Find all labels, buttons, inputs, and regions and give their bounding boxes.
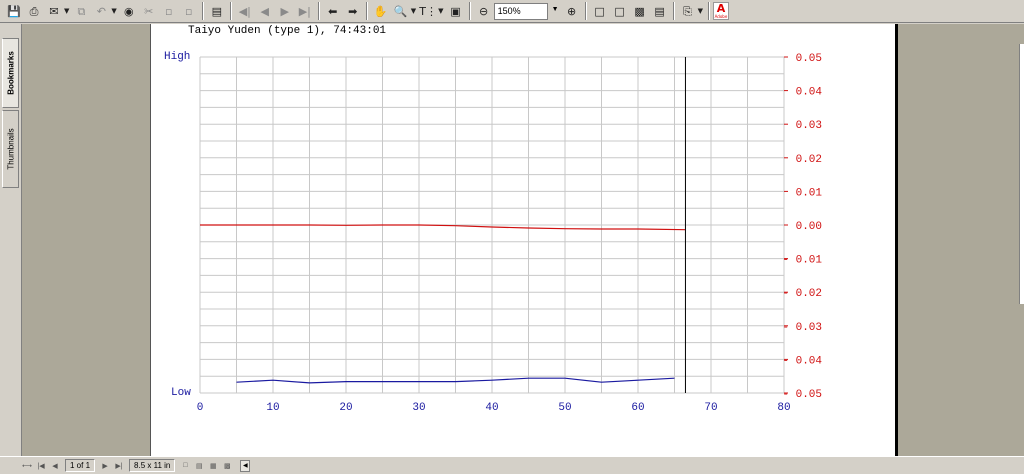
zoom-tool-dropdown-icon[interactable]: ▼: [411, 7, 416, 15]
snapshot-icon[interactable]: ▣: [447, 2, 465, 20]
y-right-tick-label: 0.01: [796, 187, 823, 199]
zoom-out-icon[interactable]: ⊖: [475, 2, 493, 20]
print-icon[interactable]: ⎙: [25, 2, 43, 20]
toolbar-separator: [229, 2, 232, 20]
email-icon[interactable]: ✉: [45, 2, 63, 20]
status-bar: ⟷ |◀ ◀ 1 of 1 ▶ ▶| 8.5 x 11 in □ ▤ ▦ ▩ ◀: [0, 456, 1024, 474]
toolbar-separator: [468, 2, 471, 20]
toolbar-separator: [201, 2, 204, 20]
error-rate-chart: 0 10 20 30 40 50 60 70 80 0.05 0.04 0.03 0.02 0.01 0.0…: [197, 53, 823, 414]
next-page-icon[interactable]: ▶: [99, 460, 111, 472]
tab-thumbnails[interactable]: Thumbnails: [2, 110, 19, 188]
toolbar-separator: [584, 2, 587, 20]
previous-page-icon[interactable]: ◀: [256, 2, 274, 20]
x-tick-label: 20: [339, 402, 352, 414]
adobe-logo-icon[interactable]: A Adobe: [712, 1, 729, 20]
y-right-tick-label: - 0.02: [782, 288, 822, 300]
search-icon[interactable]: ◉: [120, 2, 138, 20]
actual-size-icon[interactable]: □: [591, 2, 609, 20]
x-tick-label: 40: [485, 402, 498, 414]
y-right-tick-label: 0.02: [796, 154, 822, 166]
adobe-logo-text: Adobe: [714, 13, 728, 19]
reflow-icon[interactable]: ▤: [651, 2, 669, 20]
hand-tool-icon[interactable]: ✋: [372, 2, 390, 20]
previous-view-icon[interactable]: ⬅: [324, 2, 342, 20]
email-dropdown-icon[interactable]: ▼: [64, 7, 69, 15]
text-select-dropdown-icon[interactable]: ▼: [438, 7, 443, 15]
zoom-level-value: 150%: [497, 5, 521, 16]
facing-icon[interactable]: ▩: [221, 460, 233, 472]
adobe-logo-glyph: A: [716, 1, 726, 15]
toolbar-separator: [365, 2, 368, 20]
page-size-indicator: 8.5 x 11 in: [129, 459, 176, 472]
x-tick-label: 50: [558, 402, 571, 414]
y-right-tick-label: 0.03: [796, 120, 822, 132]
pdf-page: Taiyo Yuden (type 1), 74:43:01 High Low …: [150, 24, 895, 456]
save-icon[interactable]: 💾: [5, 2, 23, 20]
undo-dropdown-icon[interactable]: ▼: [111, 7, 116, 15]
next-view-icon[interactable]: ➡: [344, 2, 362, 20]
document-area[interactable]: Taiyo Yuden (type 1), 74:43:01 High Low …: [22, 24, 1024, 456]
x-tick-label: 10: [266, 402, 279, 414]
zoom-tool-icon[interactable]: 🔍: [392, 2, 410, 20]
right-pane-edge: [1019, 44, 1024, 304]
continuous-icon[interactable]: ▤: [193, 460, 205, 472]
horizontal-scroll-left-icon[interactable]: ◀: [240, 459, 251, 472]
insert-pages-icon[interactable]: ▫: [160, 2, 178, 20]
first-page-icon[interactable]: ◀|: [236, 2, 254, 20]
single-page-icon[interactable]: □: [179, 460, 191, 472]
toolbar-separator: [317, 2, 320, 20]
last-page-icon[interactable]: ▶|: [113, 460, 125, 472]
previous-page-icon[interactable]: ◀: [49, 460, 61, 472]
main-toolbar: 💾 ⎙ ✉ ▼ ⧉ ↶ ▼ ◉ ✂ ▫ ▫ ▤ ◀| ◀ ▶ ▶| ⬅ ➡ ✋ …: [0, 0, 1024, 23]
toolbar-separator: [672, 2, 675, 20]
navigation-pane: Bookmarks Thumbnails: [0, 24, 22, 456]
toolbar-separator: [707, 2, 710, 20]
pane-resize-icon[interactable]: ⟷: [21, 460, 33, 472]
x-tick-label: 80: [777, 402, 790, 414]
first-page-icon[interactable]: |◀: [35, 460, 47, 472]
zoom-in-icon[interactable]: ⊕: [563, 2, 581, 20]
y-right-tick-label: - 0.04: [782, 355, 822, 367]
show-navigation-pane-icon[interactable]: ▤: [208, 2, 226, 20]
tab-bookmarks-label: Bookmarks: [6, 51, 15, 95]
y-right-tick-label: - 0.05: [782, 389, 822, 401]
page-edge: [895, 24, 898, 456]
tab-bookmarks[interactable]: Bookmarks: [2, 38, 19, 108]
continuous-facing-icon[interactable]: ▦: [207, 460, 219, 472]
rotate-view-dropdown-icon[interactable]: ▼: [698, 7, 703, 15]
rotate-view-icon[interactable]: ⎘: [679, 2, 697, 20]
pdf-viewer-window: 💾 ⎙ ✉ ▼ ⧉ ↶ ▼ ◉ ✂ ▫ ▫ ▤ ◀| ◀ ▶ ▶| ⬅ ➡ ✋ …: [0, 0, 1024, 474]
copy-icon[interactable]: ⧉: [72, 2, 90, 20]
y-right-tick-label: 0.04: [796, 87, 823, 99]
scissors-icon[interactable]: ✂: [140, 2, 158, 20]
y-right-tick-label: 0.05: [796, 53, 822, 65]
undo-icon[interactable]: ↶: [92, 2, 110, 20]
text-select-icon[interactable]: T⋮: [419, 2, 437, 20]
y-right-tick-label: - 0.01: [782, 255, 822, 267]
fit-page-icon[interactable]: □: [611, 2, 629, 20]
x-tick-label: 70: [704, 402, 717, 414]
last-page-icon[interactable]: ▶|: [296, 2, 314, 20]
y-right-tick-label: 0.00: [796, 221, 822, 233]
fit-width-icon[interactable]: ▩: [631, 2, 649, 20]
x-tick-label: 30: [412, 402, 425, 414]
x-tick-label: 60: [631, 402, 644, 414]
y-right-tick-label: - 0.03: [782, 322, 822, 334]
x-tick-label: 0: [197, 402, 204, 414]
extract-pages-icon[interactable]: ▫: [180, 2, 198, 20]
page-indicator[interactable]: 1 of 1: [65, 459, 96, 472]
zoom-level-dropdown-icon[interactable]: ▼: [552, 6, 559, 13]
tab-thumbnails-label: Thumbnails: [6, 128, 15, 170]
zoom-level-field[interactable]: 150% ▼: [493, 2, 559, 20]
next-page-icon[interactable]: ▶: [276, 2, 294, 20]
